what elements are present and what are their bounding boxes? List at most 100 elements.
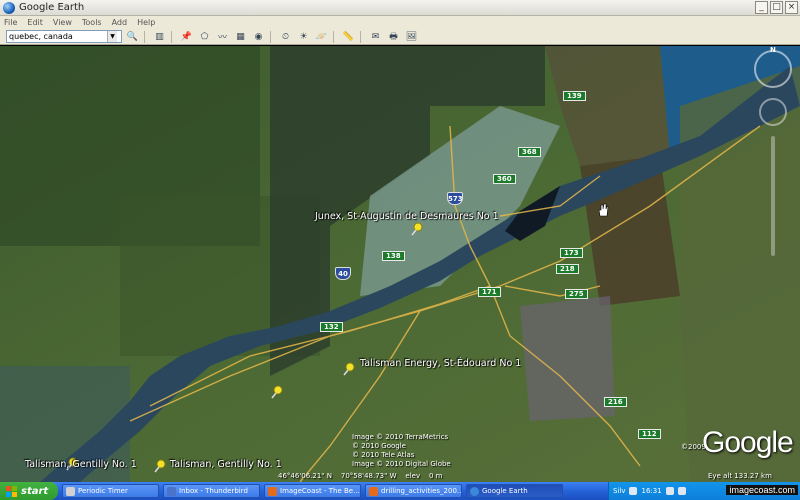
pushpin-icon[interactable]	[270, 385, 284, 399]
menu-add[interactable]: Add	[112, 18, 128, 27]
taskbar-item[interactable]: Google Earth	[466, 484, 563, 498]
route-shield: 132	[320, 322, 343, 332]
route-shield: 573	[447, 192, 463, 205]
look-joystick-icon[interactable]	[759, 98, 787, 126]
route-shield: 112	[638, 429, 661, 439]
north-indicator-icon: N	[770, 46, 776, 54]
chevron-down-icon[interactable]: ▼	[107, 31, 117, 42]
menu-tools[interactable]: Tools	[82, 18, 102, 27]
compass-ring-icon[interactable]: N	[754, 46, 792, 88]
firefox-icon	[268, 486, 277, 496]
menu-view[interactable]: View	[53, 18, 72, 27]
search-button[interactable]: 🔍	[125, 30, 140, 44]
placemark-label[interactable]: Talisman, Gentilly No. 1	[25, 459, 137, 470]
route-shield: 138	[382, 251, 405, 261]
toolbar-separator	[144, 30, 145, 43]
route-shield: 171	[478, 287, 501, 297]
sidebar-toggle-icon[interactable]: ▥	[152, 30, 167, 44]
image-overlay-icon[interactable]: ▦	[233, 30, 248, 44]
tray-app-icon[interactable]	[665, 487, 674, 495]
taskbar-item[interactable]: Inbox - Thunderbird	[163, 484, 260, 498]
satellite-imagery	[0, 46, 800, 482]
pushpin-icon[interactable]	[410, 222, 424, 236]
pushpin-icon[interactable]	[153, 459, 167, 473]
taskbar-item[interactable]: drilling_activities_200...	[365, 484, 462, 498]
record-tour-icon[interactable]: ◉	[251, 30, 266, 44]
language-indicator[interactable]: Silv	[613, 487, 625, 495]
toolbar: ▼ 🔍 ▥ 📌 ⬠ 〰 ▦ ◉ ⏲ ☀ 🪐 📏 ✉ 🖶 🖼	[0, 29, 800, 45]
path-icon[interactable]: 〰	[215, 30, 230, 44]
placemark-label[interactable]: Talisman Energy, St-Édouard No 1	[360, 358, 521, 369]
window-controls: _ □ ×	[755, 1, 798, 14]
title-bar: Google Earth _ □ ×	[0, 0, 800, 16]
taskbar-item[interactable]: Periodic Timer	[62, 484, 159, 498]
task-label: Periodic Timer	[78, 487, 128, 495]
windows-logo-icon	[6, 485, 17, 497]
google-logo: Google	[702, 426, 794, 459]
tray-app-icon[interactable]	[629, 487, 638, 495]
placemark-label[interactable]: Talisman, Gentilly No. 1	[170, 459, 282, 470]
search-input[interactable]	[7, 31, 107, 42]
placemark-icon[interactable]: 📌	[179, 30, 194, 44]
sunlight-icon[interactable]: ☀	[296, 30, 311, 44]
search-box: ▼	[6, 30, 122, 43]
credit-line: © 2010 Google	[352, 442, 406, 450]
credit-line: © 2010 Tele Atlas	[352, 451, 415, 459]
sky-icon[interactable]: 🪐	[314, 30, 329, 44]
menu-help[interactable]: Help	[137, 18, 155, 27]
google-earth-icon	[3, 1, 15, 14]
email-icon[interactable]: ✉	[368, 30, 383, 44]
placemark-label[interactable]: Junex, St-Augustin de Desmaures No 1	[315, 211, 499, 222]
route-shield: 360	[493, 174, 516, 184]
route-shield: 368	[518, 147, 541, 157]
route-shield: 173	[560, 248, 583, 258]
timer-app-icon	[66, 486, 75, 496]
toolbar-separator	[171, 30, 172, 43]
toolbar-separator	[333, 30, 334, 43]
clock[interactable]: 16:31	[641, 487, 661, 495]
start-button[interactable]: start	[0, 482, 58, 500]
zoom-slider[interactable]	[771, 136, 775, 256]
system-tray: Silv 16:31 imagecoast.com	[608, 482, 800, 500]
eye-altitude: Eye alt 133.27 km	[708, 472, 772, 480]
task-label: drilling_activities_200...	[381, 487, 462, 495]
toolbar-separator	[270, 30, 271, 43]
windows-taskbar: start Periodic Timer Inbox - Thunderbird…	[0, 482, 800, 500]
pushpin-icon[interactable]	[342, 362, 356, 376]
route-shield: 139	[563, 91, 586, 101]
navigation-controls[interactable]: N	[754, 46, 794, 256]
route-shield: 216	[604, 397, 627, 407]
ruler-icon[interactable]: 📏	[341, 30, 356, 44]
firefox-icon	[369, 486, 378, 496]
taskbar-item[interactable]: ImageCoast - The Be...	[264, 484, 361, 498]
print-icon[interactable]: 🖶	[386, 30, 401, 44]
maximize-button[interactable]: □	[770, 1, 783, 14]
google-earth-icon	[470, 486, 479, 496]
menu-edit[interactable]: Edit	[27, 18, 43, 27]
menu-file[interactable]: File	[4, 18, 17, 27]
pointer-coordinates: 46°46'06.21" N 70°58'48.73" W elev 0 m	[278, 472, 443, 480]
task-label: Google Earth	[482, 487, 528, 495]
hand-cursor-icon	[598, 203, 609, 217]
tray-app-icon[interactable]	[677, 487, 686, 495]
toolbar-separator	[360, 30, 361, 43]
start-label: start	[21, 485, 49, 497]
save-image-icon[interactable]: 🖼	[404, 30, 419, 44]
close-button[interactable]: ×	[785, 1, 798, 14]
imagery-credits: Image © 2010 TerraMetrics © 2010 Google …	[352, 433, 451, 469]
task-label: ImageCoast - The Be...	[280, 487, 360, 495]
credit-line: Image © 2010 Digital Globe	[352, 460, 451, 468]
polygon-icon[interactable]: ⬠	[197, 30, 212, 44]
minimize-button[interactable]: _	[755, 1, 768, 14]
menu-bar: File Edit View Tools Add Help	[0, 16, 800, 29]
earth-view[interactable]: 139 368 360 573 138 40 173 218 171 275 1…	[0, 46, 800, 482]
window-title: Google Earth	[19, 2, 85, 13]
credit-line: Image © 2010 TerraMetrics	[352, 433, 449, 441]
watermark: imagecoast.com	[726, 485, 798, 495]
route-shield: 40	[335, 267, 351, 280]
route-shield: 218	[556, 264, 579, 274]
thunderbird-icon	[167, 486, 176, 496]
historical-imagery-icon[interactable]: ⏲	[278, 30, 293, 44]
route-shield: 275	[565, 289, 588, 299]
task-label: Inbox - Thunderbird	[179, 487, 248, 495]
